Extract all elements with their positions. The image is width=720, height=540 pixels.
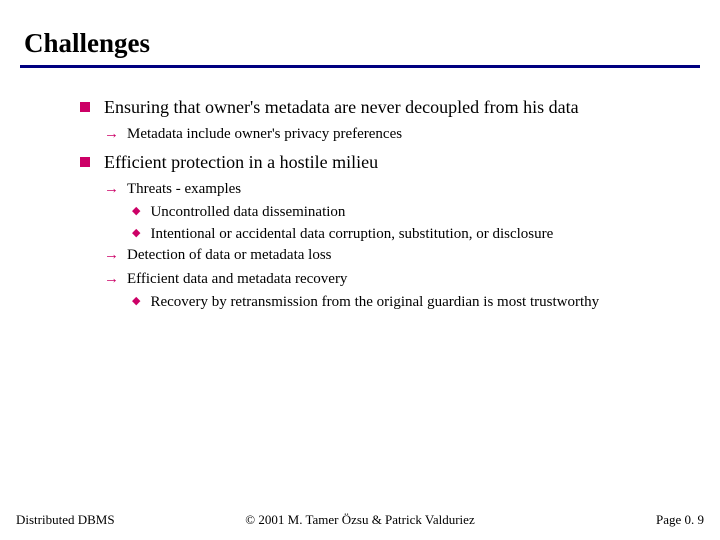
diamond-icon: ◆	[132, 228, 140, 239]
bullet-2-sub-1-detail-2: ◆ Intentional or accidental data corrupt…	[132, 225, 670, 245]
square-bullet-icon	[80, 102, 90, 112]
diamond-icon: ◆	[132, 296, 140, 307]
bullet-2-sub-2-text: Detection of data or metadata loss	[127, 246, 332, 266]
bullet-2-sub-2: → Detection of data or metadata loss	[104, 246, 670, 266]
bullet-2-sub-3: → Efficient data and metadata recovery	[104, 270, 670, 290]
slide-content: Ensuring that owner's metadata are never…	[20, 96, 700, 313]
detail-text: Intentional or accidental data corruptio…	[150, 225, 553, 245]
bullet-1: Ensuring that owner's metadata are never…	[80, 96, 670, 119]
title-rule	[20, 65, 700, 68]
arrow-icon: →	[104, 125, 119, 145]
bullet-2-sub-1-detail-1: ◆ Uncontrolled data dissemination	[132, 203, 670, 223]
bullet-2-text: Efficient protection in a hostile milieu	[104, 151, 378, 174]
arrow-icon: →	[104, 270, 119, 290]
arrow-icon: →	[104, 180, 119, 200]
bullet-1-sub-1-text: Metadata include owner's privacy prefere…	[127, 125, 402, 145]
slide-title: Challenges	[20, 28, 700, 59]
bullet-2: Efficient protection in a hostile milieu	[80, 151, 670, 174]
footer-left: Distributed DBMS	[16, 512, 115, 528]
footer-right: Page 0. 9	[656, 512, 704, 528]
diamond-icon: ◆	[132, 206, 140, 217]
detail-text: Uncontrolled data dissemination	[150, 203, 345, 223]
slide-footer: Distributed DBMS © 2001 M. Tamer Özsu & …	[0, 512, 720, 528]
bullet-2-sub-1-text: Threats - examples	[127, 180, 241, 200]
bullet-1-text: Ensuring that owner's metadata are never…	[104, 96, 579, 119]
arrow-icon: →	[104, 246, 119, 266]
bullet-2-sub-1: → Threats - examples	[104, 180, 670, 200]
bullet-2-sub-3-detail-1: ◆ Recovery by retransmission from the or…	[132, 293, 670, 313]
bullet-2-sub-3-text: Efficient data and metadata recovery	[127, 270, 347, 290]
bullet-1-sub-1: → Metadata include owner's privacy prefe…	[104, 125, 670, 145]
detail-text: Recovery by retransmission from the orig…	[150, 293, 599, 313]
square-bullet-icon	[80, 157, 90, 167]
